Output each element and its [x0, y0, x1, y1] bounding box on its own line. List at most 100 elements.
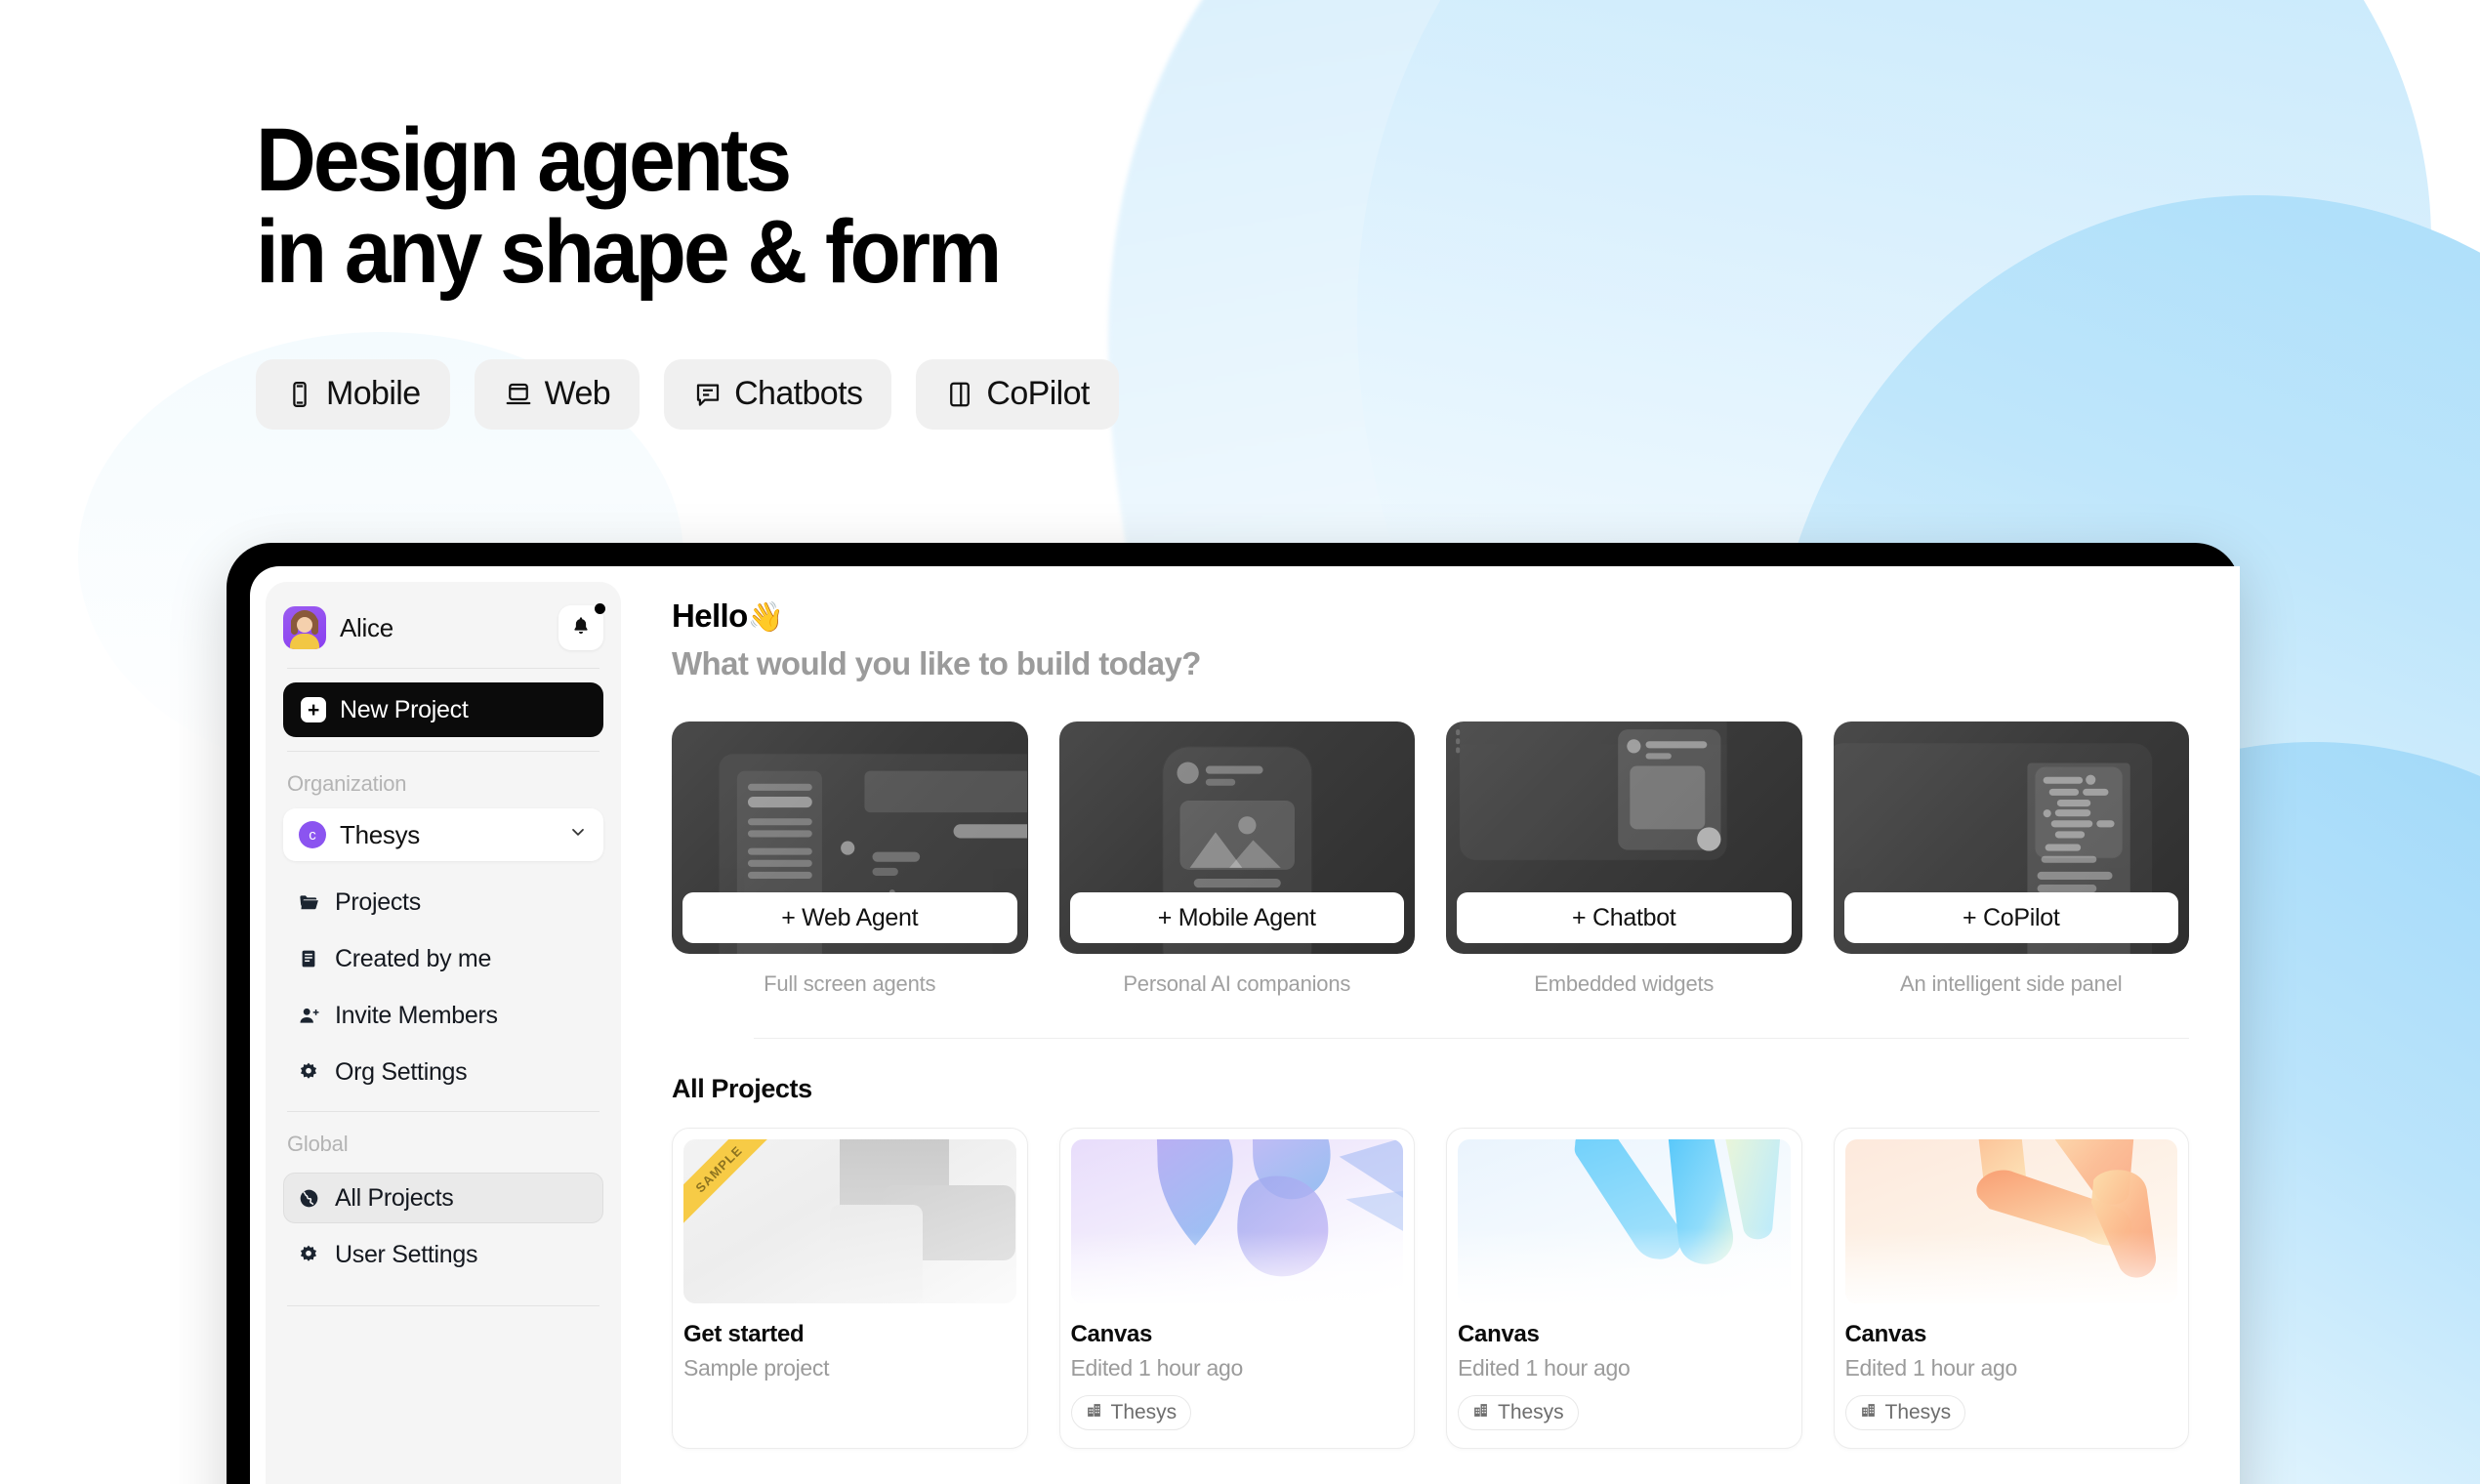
sidebar-divider-global: [287, 1111, 599, 1112]
gear-icon: [296, 1242, 321, 1267]
global-nav-list: All Projects User Settings: [283, 1173, 603, 1280]
platform-pill-group: Mobile Web Chatbots CoPilot: [256, 358, 1119, 430]
project-card-canvas-2[interactable]: Canvas Edited 1 hour ago Thesys: [1446, 1128, 1802, 1449]
sidebar-item-created-by-me[interactable]: Created by me: [283, 933, 603, 984]
sidebar-divider-mid: [287, 751, 599, 752]
building-icon: [1472, 1401, 1489, 1424]
agent-card-web-art[interactable]: + Web Agent: [672, 721, 1028, 954]
create-copilot-button[interactable]: + CoPilot: [1843, 892, 2178, 943]
user-name: Alice: [340, 612, 393, 642]
sidebar: Alice + New Project Organization c Thesy…: [266, 582, 621, 1484]
notification-badge-dot: [595, 603, 605, 614]
sidebar-item-all-projects[interactable]: All Projects: [283, 1173, 603, 1223]
projects-grid: SAMPLE Get started Sample project Canvas…: [672, 1128, 2240, 1449]
notifications-button[interactable]: [558, 603, 605, 650]
phone-icon: [285, 380, 314, 409]
greeting-text: Hello: [672, 598, 748, 634]
organization-section-label: Organization: [287, 771, 407, 796]
agent-card-mobile: + Mobile Agent Personal AI companions: [1058, 721, 1415, 997]
section-divider: [754, 1038, 2189, 1039]
project-title: Canvas: [1844, 1321, 1927, 1347]
sidebar-item-org-settings[interactable]: Org Settings: [283, 1047, 603, 1097]
sidebar-divider-top: [287, 668, 599, 669]
project-org-badge: Thesys: [1844, 1395, 1966, 1430]
project-thumbnail-purple: [1070, 1139, 1403, 1303]
sidebar-item-invite-members[interactable]: Invite Members: [283, 990, 603, 1041]
agent-card-copilot-caption: An intelligent side panel: [1900, 971, 2123, 996]
org-avatar: c: [299, 821, 326, 848]
project-title: Canvas: [1458, 1321, 1540, 1347]
sidebar-item-user-settings[interactable]: User Settings: [283, 1229, 603, 1280]
sidebar-item-invite-members-label: Invite Members: [335, 1001, 498, 1029]
project-subtitle: Edited 1 hour ago: [1458, 1355, 1631, 1381]
sidebar-divider-bottom: [287, 1305, 599, 1306]
project-card-get-started[interactable]: SAMPLE Get started Sample project: [672, 1128, 1028, 1449]
app-screen: Alice + New Project Organization c Thesy…: [250, 566, 2240, 1484]
agent-type-grid: + Web Agent Full screen agents + Mobile …: [672, 721, 2240, 997]
laptop-icon: [504, 380, 533, 409]
agent-card-web-caption: Full screen agents: [764, 971, 936, 996]
page-subtitle: What would you like to build today?: [672, 645, 1201, 681]
sidebar-item-projects[interactable]: Projects: [283, 877, 603, 928]
side-panel-icon: [945, 380, 974, 409]
pill-copilot[interactable]: CoPilot: [916, 358, 1119, 430]
project-thumbnail-sample: SAMPLE: [683, 1139, 1016, 1303]
sidebar-item-projects-label: Projects: [335, 887, 421, 916]
agent-card-mobile-caption: Personal AI companions: [1123, 971, 1351, 996]
blue-ribbon-art: [1458, 1139, 1791, 1303]
project-org-badge: Thesys: [1070, 1395, 1192, 1430]
orange-blobs-art: [1844, 1139, 2177, 1303]
project-subtitle: Edited 1 hour ago: [1844, 1355, 2018, 1381]
create-chatbot-button[interactable]: + Chatbot: [1457, 892, 1792, 943]
global-section-label: Global: [287, 1132, 349, 1156]
new-project-label: New Project: [340, 695, 469, 723]
sample-ribbon: SAMPLE: [683, 1139, 777, 1227]
user-profile[interactable]: Alice: [283, 606, 393, 649]
sidebar-item-user-settings-label: User Settings: [335, 1240, 478, 1268]
sidebar-user-row: Alice: [283, 601, 605, 654]
project-thumbnail-orange: [1844, 1139, 2177, 1303]
create-mobile-agent-button[interactable]: + Mobile Agent: [1069, 892, 1404, 943]
project-org-badge-label: Thesys: [1884, 1401, 1952, 1423]
sidebar-item-org-settings-label: Org Settings: [335, 1057, 468, 1086]
create-web-agent-button[interactable]: + Web Agent: [682, 892, 1017, 943]
pill-web-label: Web: [544, 375, 611, 413]
main-content: Hello👋 What would you like to build toda…: [621, 566, 2240, 1484]
project-title: Get started: [683, 1321, 805, 1347]
org-switcher[interactable]: c Thesys: [283, 808, 603, 861]
project-thumbnail-blue: [1458, 1139, 1791, 1303]
pill-web[interactable]: Web: [474, 358, 641, 430]
pill-mobile[interactable]: Mobile: [256, 358, 450, 430]
hero-headline: Design agents in any shape & form: [256, 110, 1002, 302]
wave-emoji: 👋: [747, 601, 784, 634]
globe-icon: [296, 1185, 321, 1211]
agent-card-copilot-art[interactable]: + CoPilot: [1833, 721, 2189, 954]
agent-card-chatbot-art[interactable]: + Chatbot: [1446, 721, 1802, 954]
gear-icon: [296, 1059, 321, 1085]
chat-bubble-icon: [693, 380, 723, 409]
pill-chatbots[interactable]: Chatbots: [664, 358, 892, 430]
project-org-badge-label: Thesys: [1498, 1401, 1564, 1423]
project-card-canvas-3[interactable]: Canvas Edited 1 hour ago Thesys: [1833, 1128, 2189, 1449]
agent-card-chatbot: + Chatbot Embedded widgets: [1446, 721, 1802, 997]
project-subtitle: Sample project: [683, 1355, 830, 1381]
building-icon: [1086, 1401, 1102, 1424]
pill-chatbots-label: Chatbots: [734, 375, 863, 413]
agent-card-mobile-art[interactable]: + Mobile Agent: [1058, 721, 1415, 954]
pill-mobile-label: Mobile: [326, 375, 421, 413]
org-name: Thesys: [340, 819, 421, 849]
avatar: [283, 606, 326, 649]
chevron-down-icon: [568, 822, 588, 847]
new-project-button[interactable]: + New Project: [283, 682, 603, 737]
user-plus-icon: [296, 1003, 321, 1028]
project-card-canvas-1[interactable]: Canvas Edited 1 hour ago Thesys: [1058, 1128, 1415, 1449]
purple-petals-art: [1070, 1139, 1403, 1303]
pill-copilot-label: CoPilot: [986, 375, 1090, 413]
hero-section: Design agents in any shape & form Mobile: [256, 110, 1119, 430]
building-icon: [1860, 1401, 1877, 1424]
project-org-badge-label: Thesys: [1110, 1401, 1178, 1423]
sidebar-item-all-projects-label: All Projects: [335, 1183, 454, 1212]
page-root: Design agents in any shape & form Mobile: [0, 0, 2480, 1484]
agent-card-copilot: + CoPilot An intelligent side panel: [1833, 721, 2189, 997]
sidebar-item-created-by-me-label: Created by me: [335, 944, 492, 972]
